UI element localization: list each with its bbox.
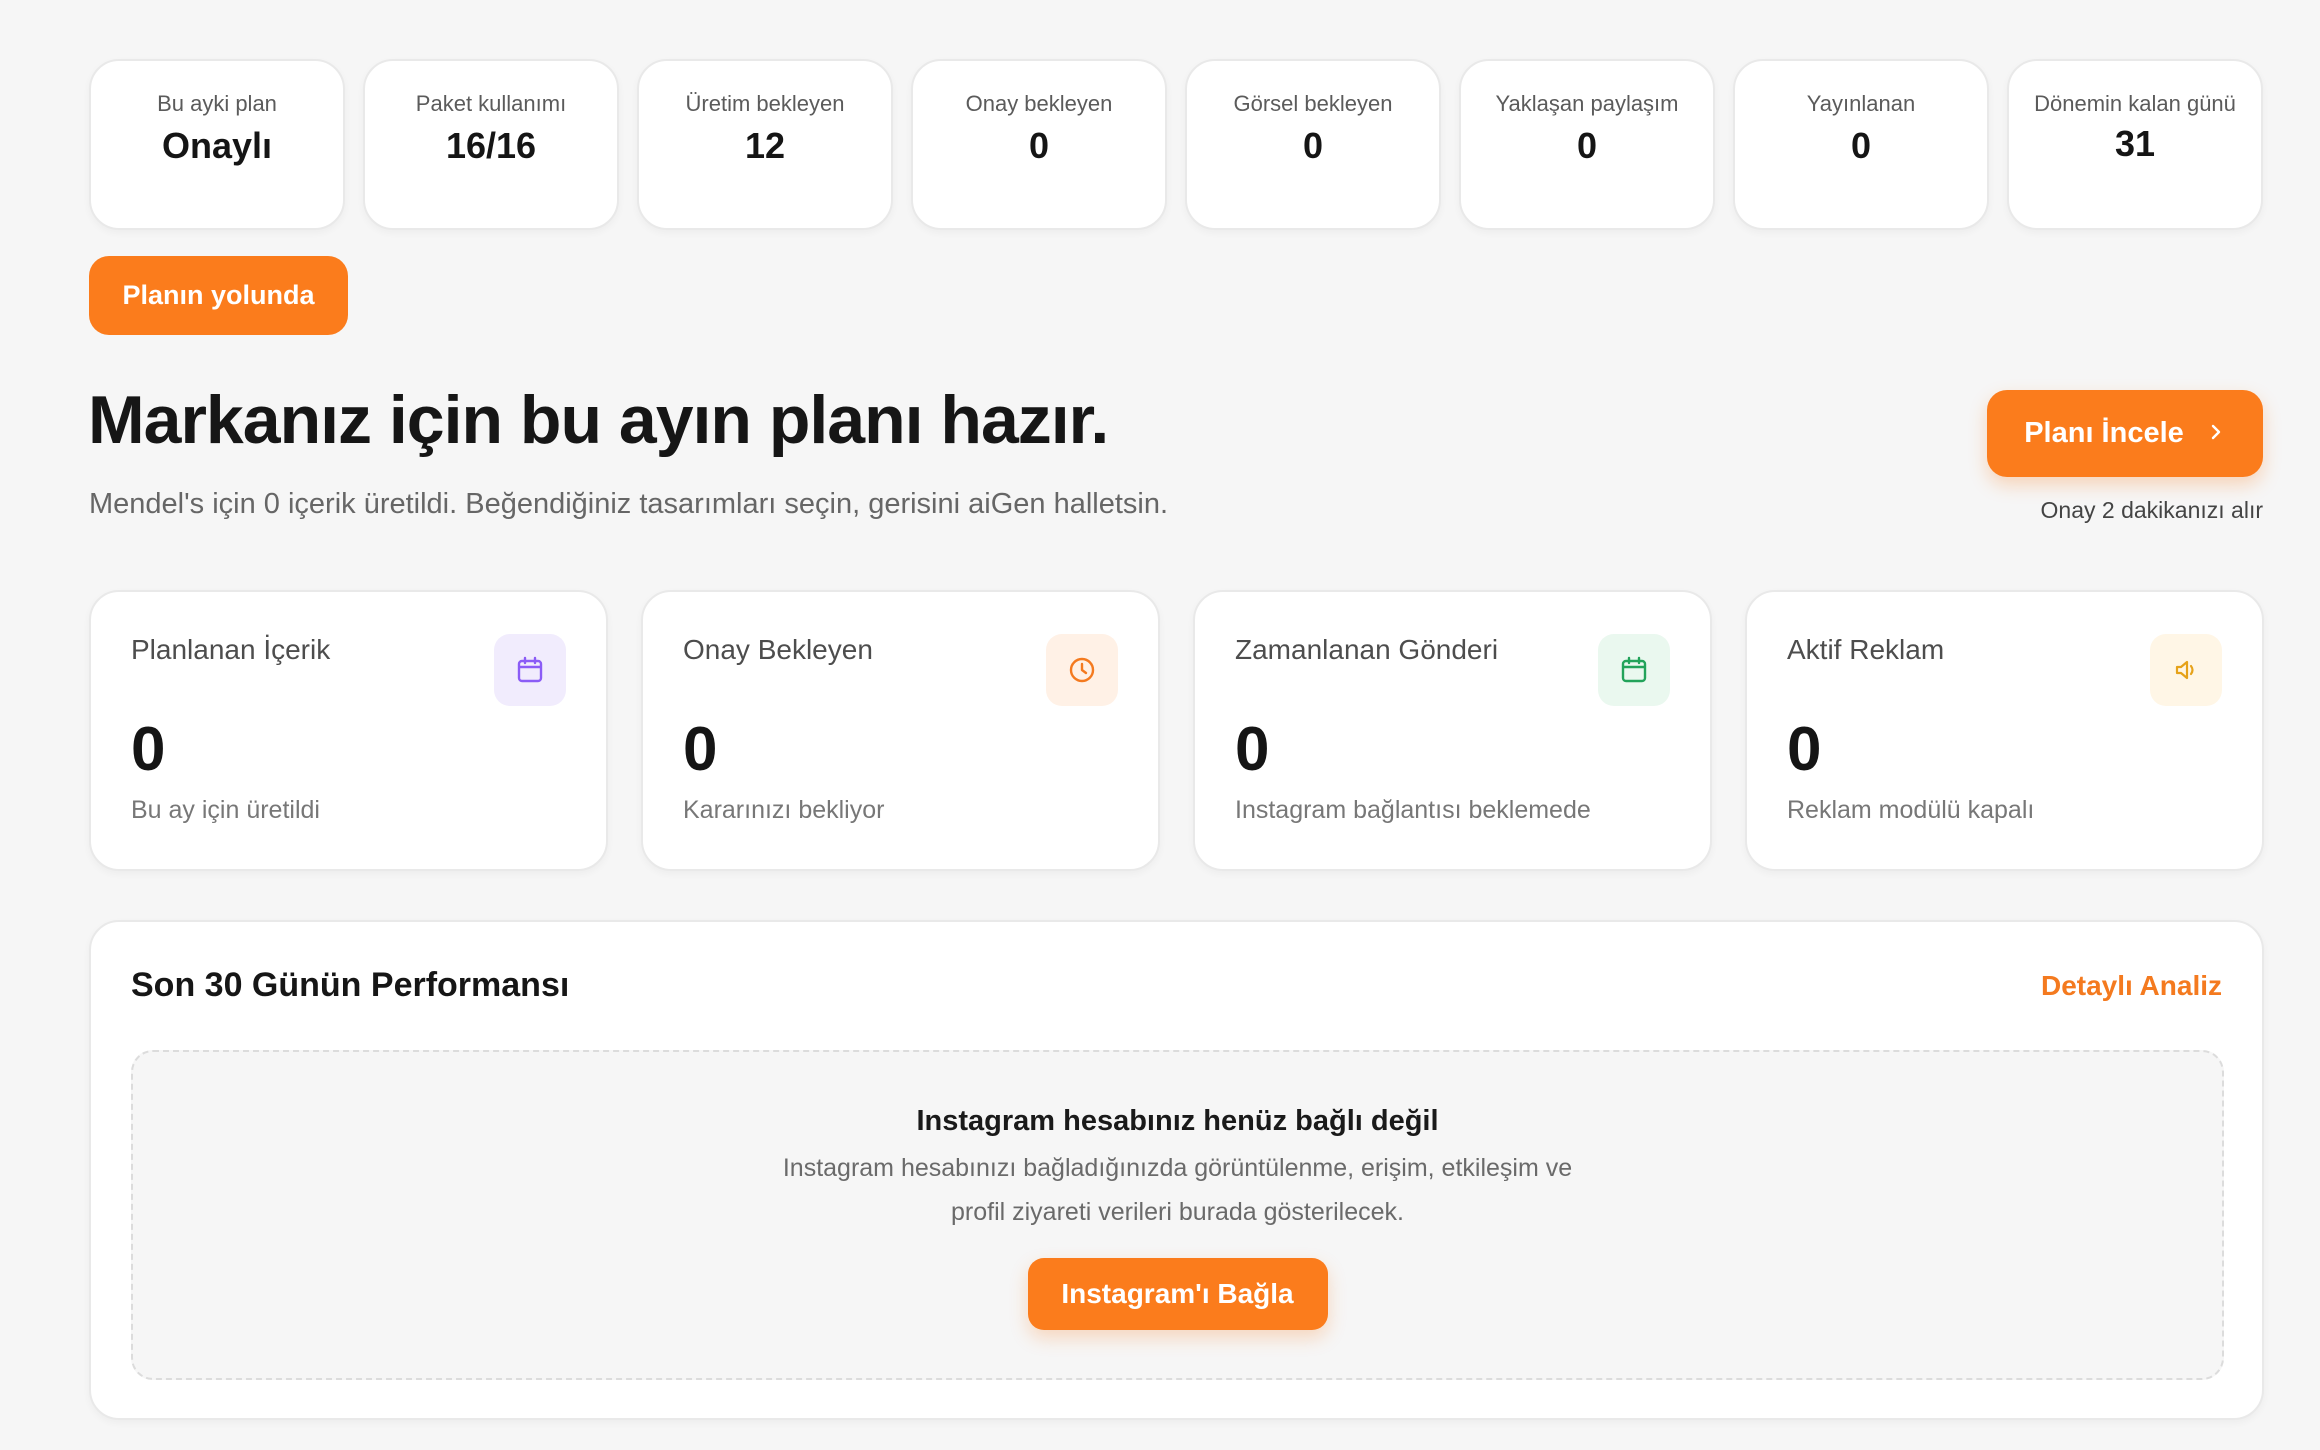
card-title: Zamanlanan Gönderi (1235, 634, 1499, 665)
instagram-empty-state: Instagram hesabınız henüz bağlı değil In… (131, 1050, 2224, 1380)
page-subtitle: Mendel's için 0 içerik üretildi. Beğendi… (89, 488, 1169, 520)
stat-label: Üretim bekleyen (685, 91, 845, 116)
stat-published: Yayınlanan 0 (1733, 59, 1989, 230)
stat-label: Paket kullanımı (415, 91, 567, 116)
stat-label: Onay bekleyen (965, 91, 1113, 116)
stat-value: 16/16 (445, 125, 537, 166)
card-footnote: Instagram bağlantısı beklemede (1235, 796, 1591, 824)
page-title: Markanız için bu ayın planı hazır. (88, 382, 1109, 458)
detailed-analysis-link[interactable]: Detaylı Analiz (2041, 968, 2222, 1004)
empty-state-line: profil ziyareti verileri burada gösteril… (951, 1198, 1404, 1226)
megaphone-icon (2150, 634, 2222, 706)
metric-cards: Planlanan İçerik 0 Bu ay için üretildi O… (89, 590, 2264, 871)
connect-instagram-button[interactable]: Instagram'ı Bağla (1027, 1258, 1328, 1330)
review-plan-label: Planı İncele (2024, 417, 2184, 449)
stat-label: Yayınlanan (1806, 91, 1916, 116)
calendar-icon (1598, 634, 1670, 706)
stat-production-pending: Üretim bekleyen 12 (637, 59, 893, 230)
stat-visual-pending: Görsel bekleyen 0 (1185, 59, 1441, 230)
stat-label: Dönemin kalan günü (2034, 91, 2236, 116)
card-planned-content: Planlanan İçerik 0 Bu ay için üretildi (89, 590, 608, 871)
empty-state-title: Instagram hesabınız henüz bağlı değil (916, 1105, 1439, 1137)
performance-panel: Son 30 Günün Performansı Detaylı Analiz … (89, 920, 2264, 1420)
stat-approval-pending: Onay bekleyen 0 (911, 59, 1167, 230)
card-title: Aktif Reklam (1787, 634, 1945, 665)
stat-value: 12 (744, 125, 786, 166)
card-title: Planlanan İçerik (131, 634, 331, 665)
card-scheduled-posts: Zamanlanan Gönderi 0 Instagram bağlantıs… (1193, 590, 1712, 871)
card-footnote: Kararınızı bekliyor (683, 796, 885, 824)
review-plan-button[interactable]: Planı İncele (1987, 390, 2263, 477)
card-value: 0 (683, 715, 718, 784)
card-active-ads: Aktif Reklam 0 Reklam modülü kapalı (1745, 590, 2264, 871)
calendar-icon (494, 634, 566, 706)
card-value: 0 (131, 715, 166, 784)
stat-value: 0 (1028, 125, 1050, 166)
stat-package-usage: Paket kullanımı 16/16 (363, 59, 619, 230)
empty-state-line: Instagram hesabınızı bağladığınızda görü… (782, 1154, 1573, 1182)
stat-value: Onaylı (161, 125, 273, 166)
stat-upcoming-posts: Yaklaşan paylaşım 0 (1459, 59, 1715, 230)
stat-value: 0 (1302, 125, 1324, 166)
panel-title: Son 30 Günün Performansı (131, 966, 570, 1004)
clock-icon (1046, 634, 1118, 706)
card-footnote: Reklam modülü kapalı (1787, 796, 2035, 824)
stat-label: Yaklaşan paylaşım (1495, 91, 1679, 116)
approval-time-note: Onay 2 dakikanızı alır (2040, 497, 2263, 523)
stat-remaining-days: Dönemin kalan günü 31 (2007, 59, 2263, 230)
empty-state-description: Instagram hesabınızı bağladığınızda görü… (783, 1146, 1572, 1234)
plan-status-badge: Planın yolunda (89, 256, 348, 335)
stats-strip: Bu ayki plan Onaylı Paket kullanımı 16/1… (89, 59, 2263, 230)
card-approval-pending: Onay Bekleyen 0 Kararınızı bekliyor (641, 590, 1160, 871)
card-value: 0 (1787, 715, 1822, 784)
card-value: 0 (1235, 715, 1270, 784)
card-footnote: Bu ay için üretildi (131, 796, 320, 824)
stat-value: 0 (1850, 125, 1872, 166)
stat-label: Görsel bekleyen (1233, 91, 1393, 116)
stat-label: Bu ayki plan (157, 91, 277, 116)
dashboard-page: Bu ayki plan Onaylı Paket kullanımı 16/1… (0, 0, 2320, 1450)
stat-monthly-plan: Bu ayki plan Onaylı (89, 59, 345, 230)
stat-value: 31 (2114, 123, 2156, 164)
stat-value: 0 (1576, 125, 1598, 166)
card-title: Onay Bekleyen (683, 634, 873, 665)
chevron-right-icon (2206, 418, 2226, 449)
